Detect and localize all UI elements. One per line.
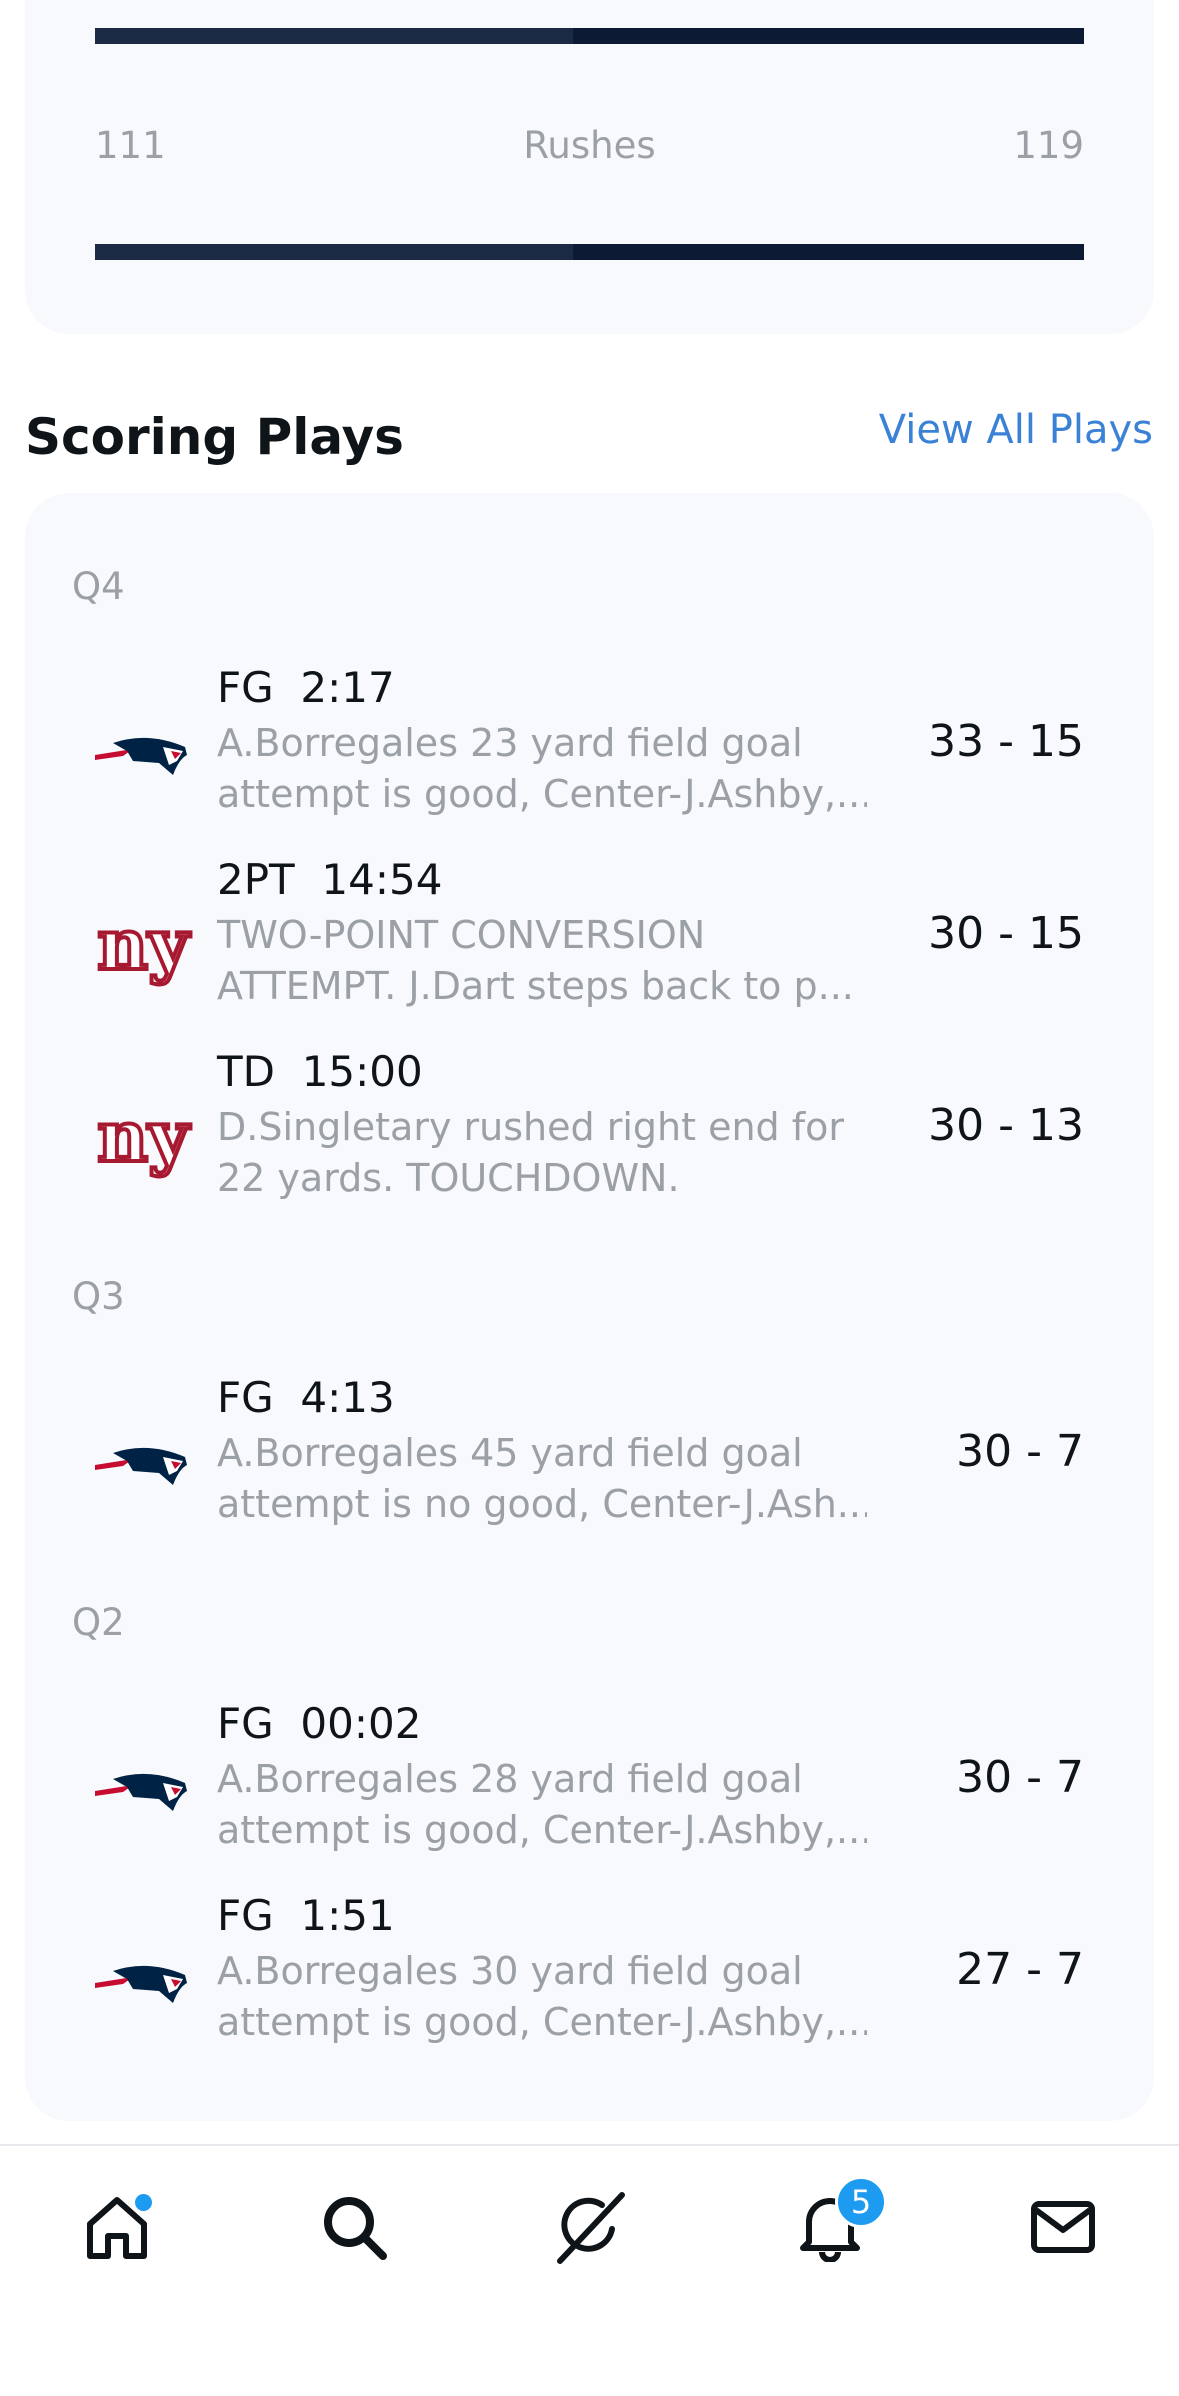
- notifications-badge: 5: [835, 2176, 887, 2228]
- play-description-line: ATTEMPT. J.Dart steps back to p...: [217, 964, 854, 1008]
- patriots-logo-icon: [93, 1931, 193, 2031]
- play-description-line: D.Singletary rushed right end for: [217, 1105, 844, 1149]
- stat-bar-rushes: [95, 244, 1084, 260]
- play-description-line: A.Borregales 30 yard field goal: [217, 1949, 803, 1993]
- play-header: FG 4:13: [217, 1373, 395, 1422]
- search-icon: [324, 2197, 387, 2260]
- play-header: 2PT 14:54: [217, 855, 443, 904]
- nav-home[interactable]: [72, 2182, 162, 2272]
- scoring-play[interactable]: FG 2:17 A.Borregales 23 yard field goal …: [25, 663, 1154, 833]
- nav-notifications[interactable]: 5: [785, 2176, 887, 2272]
- scoring-play[interactable]: FG 00:02 A.Borregales 28 yard field goal…: [25, 1699, 1154, 1869]
- play-description-line: A.Borregales 23 yard field goal: [217, 721, 803, 765]
- play-description: TWO-POINT CONVERSION ATTEMPT. J.Dart ste…: [217, 910, 867, 1012]
- stat-bar-previous: [95, 28, 1084, 44]
- play-score: 30 - 15: [928, 908, 1084, 959]
- play-header: TD 15:00: [217, 1047, 423, 1096]
- quarter-label: Q2: [72, 1601, 125, 1644]
- scoring-play[interactable]: ny 2PT 14:54 TWO-POINT CONVERSION ATTEMP…: [25, 855, 1154, 1025]
- play-description: A.Borregales 23 yard field goal attempt …: [217, 718, 867, 820]
- patriots-logo-icon: [93, 703, 193, 803]
- stat-row-rushes: 111 Rushes 119: [95, 120, 1084, 170]
- play-description-line: attempt is no good, Center-J.Ash...: [217, 1482, 867, 1526]
- play-description-line: A.Borregales 28 yard field goal: [217, 1757, 803, 1801]
- scoring-play[interactable]: ny TD 15:00 D.Singletary rushed right en…: [25, 1047, 1154, 1217]
- play-description-line: attempt is good, Center-J.Ashby,...: [217, 1808, 867, 1852]
- mail-icon: [1031, 2201, 1095, 2253]
- quarter-label: Q4: [72, 565, 125, 608]
- giants-logo-icon: ny: [93, 895, 193, 995]
- play-description: A.Borregales 45 yard field goal attempt …: [217, 1428, 867, 1530]
- play-description-line: 22 yards. TOUCHDOWN.: [217, 1156, 680, 1200]
- svg-text:ny: ny: [97, 903, 191, 986]
- scoring-play[interactable]: FG 4:13 A.Borregales 45 yard field goal …: [25, 1373, 1154, 1543]
- stat-bar-away: [572, 244, 1084, 260]
- play-header: FG 1:51: [217, 1891, 395, 1940]
- nav-messages[interactable]: [1018, 2182, 1108, 2272]
- home-unread-dot: [135, 2194, 152, 2211]
- team-stats-card: 111 Rushes 119: [25, 0, 1154, 334]
- play-score: 30 - 7: [956, 1426, 1084, 1477]
- play-score: 27 - 7: [956, 1944, 1084, 1995]
- stat-bar-away: [572, 28, 1084, 44]
- patriots-logo-icon: [93, 1739, 193, 1839]
- play-description: A.Borregales 28 yard field goal attempt …: [217, 1754, 867, 1856]
- section-title: Scoring Plays: [25, 408, 404, 466]
- stat-bar-home: [95, 244, 573, 260]
- quarter-label: Q3: [72, 1275, 125, 1318]
- play-score: 30 - 13: [928, 1100, 1084, 1151]
- play-description: A.Borregales 30 yard field goal attempt …: [217, 1946, 867, 2048]
- grok-icon: [557, 2192, 625, 2264]
- giants-logo-icon: ny: [93, 1087, 193, 1187]
- svg-text:ny: ny: [97, 1095, 191, 1178]
- play-score: 30 - 7: [956, 1752, 1084, 1803]
- play-description: D.Singletary rushed right end for 22 yar…: [217, 1102, 867, 1204]
- stat-bar-home: [95, 28, 573, 44]
- patriots-logo-icon: [93, 1413, 193, 1513]
- view-all-plays-link[interactable]: View All Plays: [879, 407, 1153, 453]
- play-header: FG 00:02: [217, 1699, 422, 1748]
- scoring-plays-card: Q4 FG 2:17 A.Borregales 23 yard field go…: [25, 493, 1154, 2121]
- nav-grok[interactable]: [545, 2182, 635, 2272]
- play-description-line: A.Borregales 45 yard field goal: [217, 1431, 803, 1475]
- scoring-play[interactable]: FG 1:51 A.Borregales 30 yard field goal …: [25, 1891, 1154, 2061]
- play-score: 33 - 15: [928, 716, 1084, 767]
- bottom-nav-bar: 5: [0, 2144, 1179, 2396]
- nav-search[interactable]: [309, 2182, 399, 2272]
- play-description-line: TWO-POINT CONVERSION: [217, 913, 706, 957]
- play-description-line: attempt is good, Center-J.Ashby,...: [217, 2000, 867, 2044]
- play-header: FG 2:17: [217, 663, 395, 712]
- stat-label: Rushes: [523, 123, 656, 167]
- play-description-line: attempt is good, Center-J.Ashby,...: [217, 772, 867, 816]
